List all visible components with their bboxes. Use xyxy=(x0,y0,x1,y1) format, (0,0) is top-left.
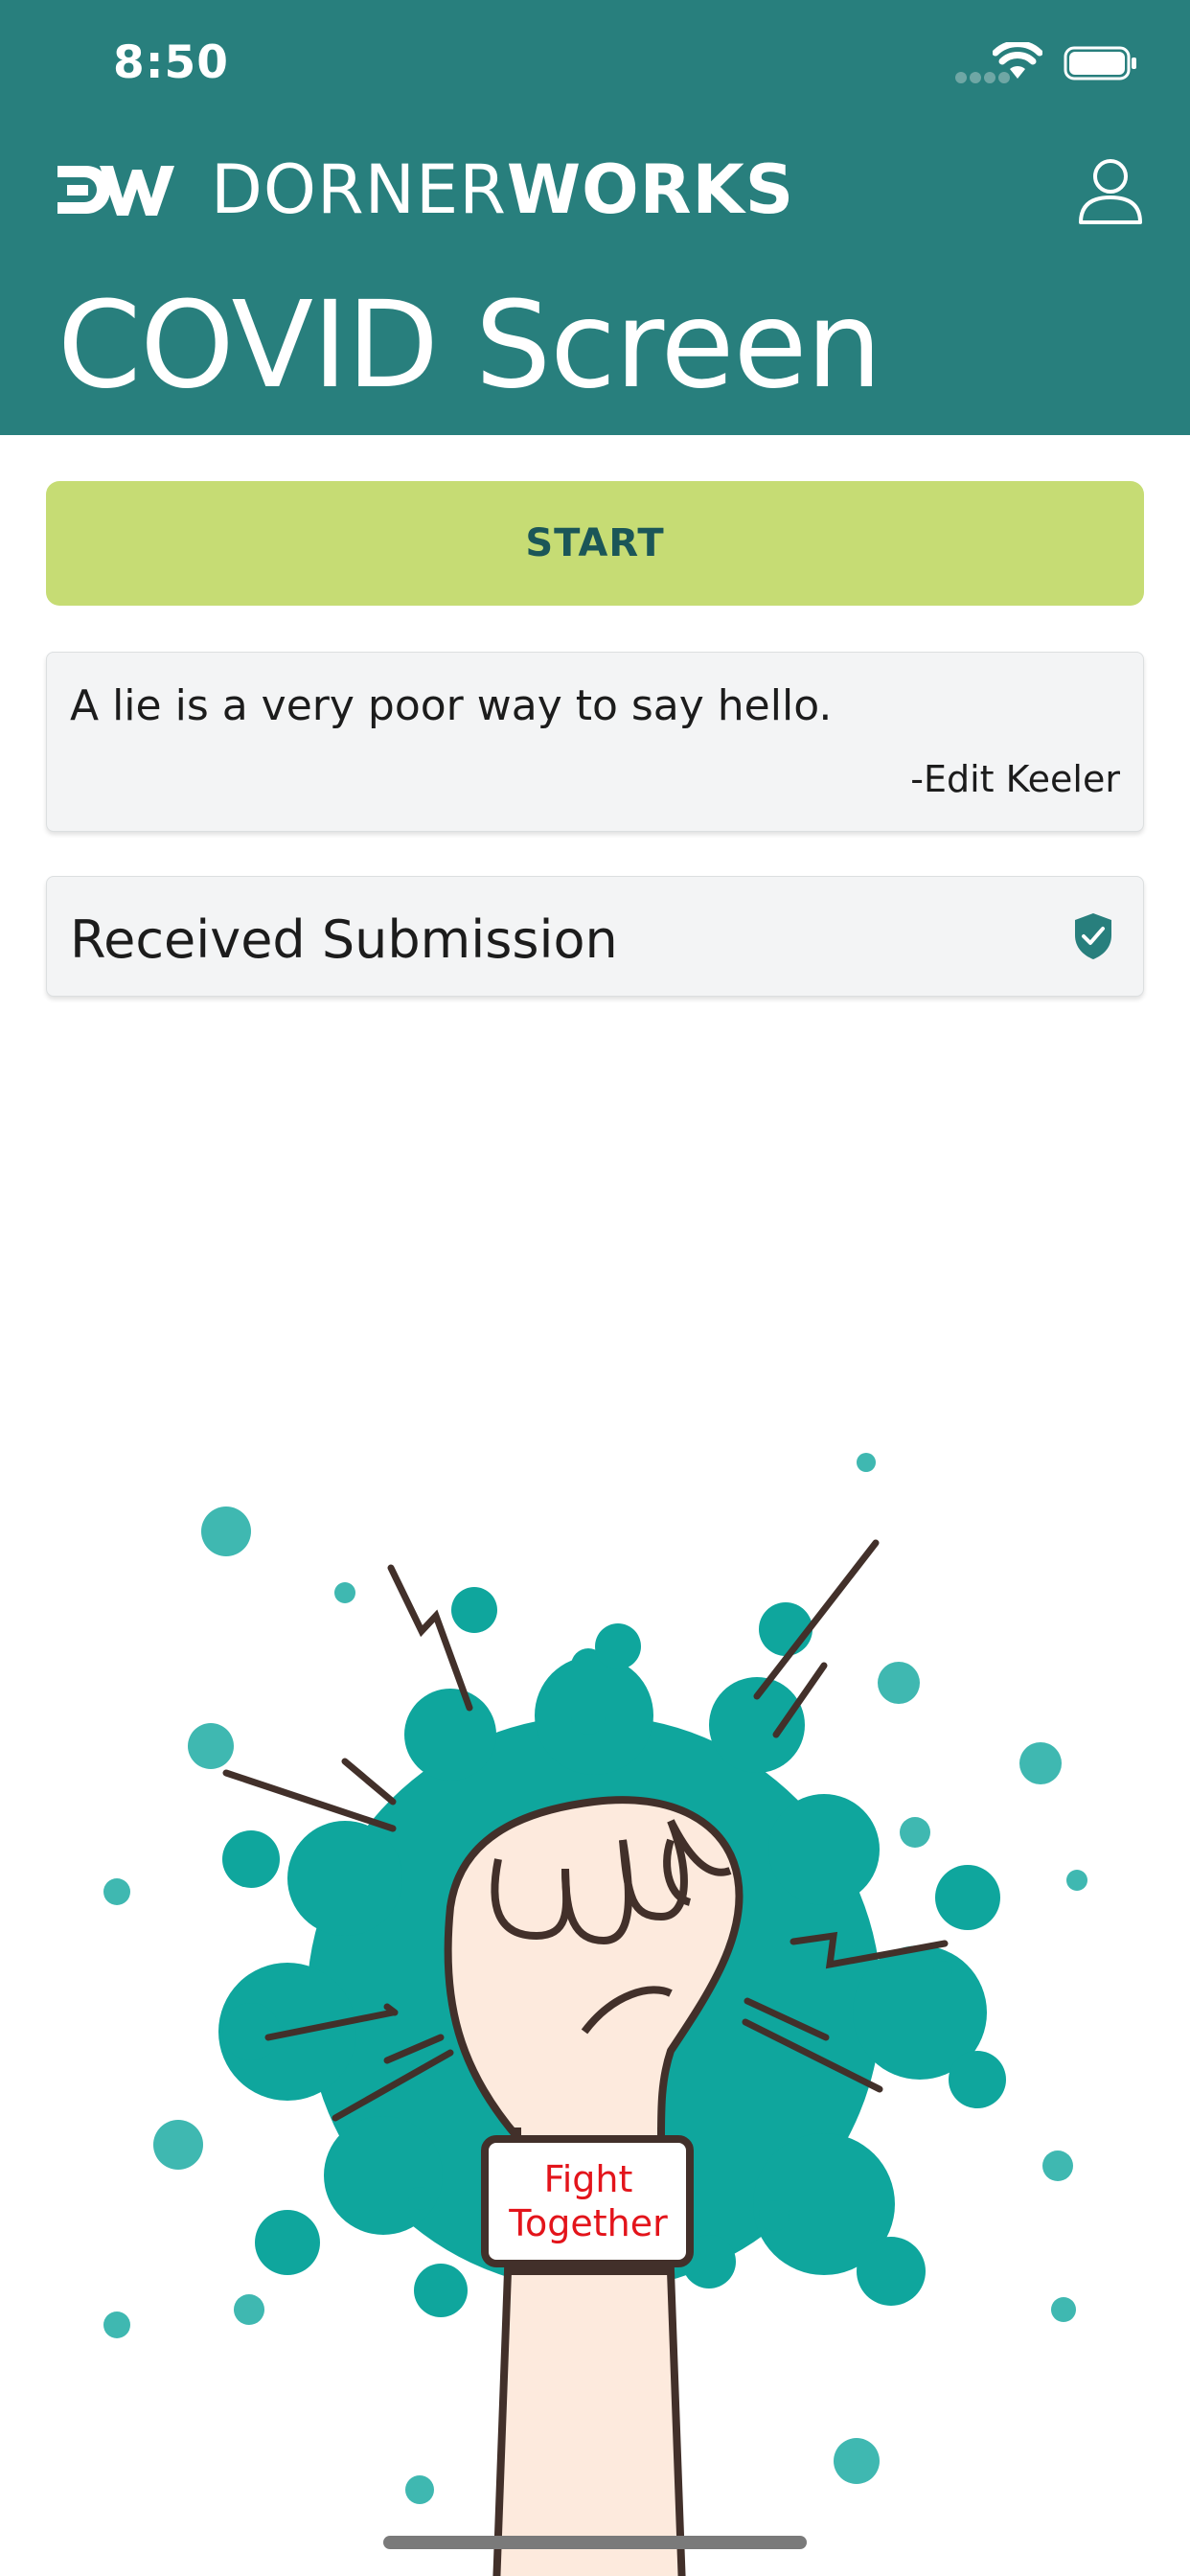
quote-text: A lie is a very poor way to say hello. xyxy=(70,681,833,730)
shield-check-icon xyxy=(1075,913,1111,959)
wristband-line1: Fight xyxy=(544,2158,633,2200)
battery-icon xyxy=(1064,46,1136,80)
app-header: 8:50 DORNERWORKS COVID Screen xyxy=(0,0,1190,435)
home-indicator[interactable] xyxy=(383,2536,807,2549)
profile-button[interactable] xyxy=(1073,153,1148,228)
start-button[interactable]: START xyxy=(46,481,1144,606)
logo-text-light: DORNER xyxy=(211,150,507,229)
dw-logo-mark-icon xyxy=(57,166,174,216)
fight-together-illustration: Fight Together xyxy=(103,1453,1087,2576)
logo-text-bold: WORKS xyxy=(506,150,795,229)
wristband: Fight Together xyxy=(481,2135,694,2267)
dornerworks-logo: DORNERWORKS xyxy=(54,150,795,229)
user-icon xyxy=(1079,159,1142,224)
quote-card: A lie is a very poor way to say hello. -… xyxy=(46,652,1144,832)
quote-author: -Edit Keeler xyxy=(910,758,1120,800)
submission-label: Received Submission xyxy=(70,909,618,970)
status-time: 8:50 xyxy=(113,36,229,89)
page-title: COVID Screen xyxy=(57,276,882,415)
wifi-icon xyxy=(993,42,1042,79)
submission-status-card[interactable]: Received Submission xyxy=(46,876,1144,997)
wristband-line2: Together xyxy=(508,2202,668,2244)
